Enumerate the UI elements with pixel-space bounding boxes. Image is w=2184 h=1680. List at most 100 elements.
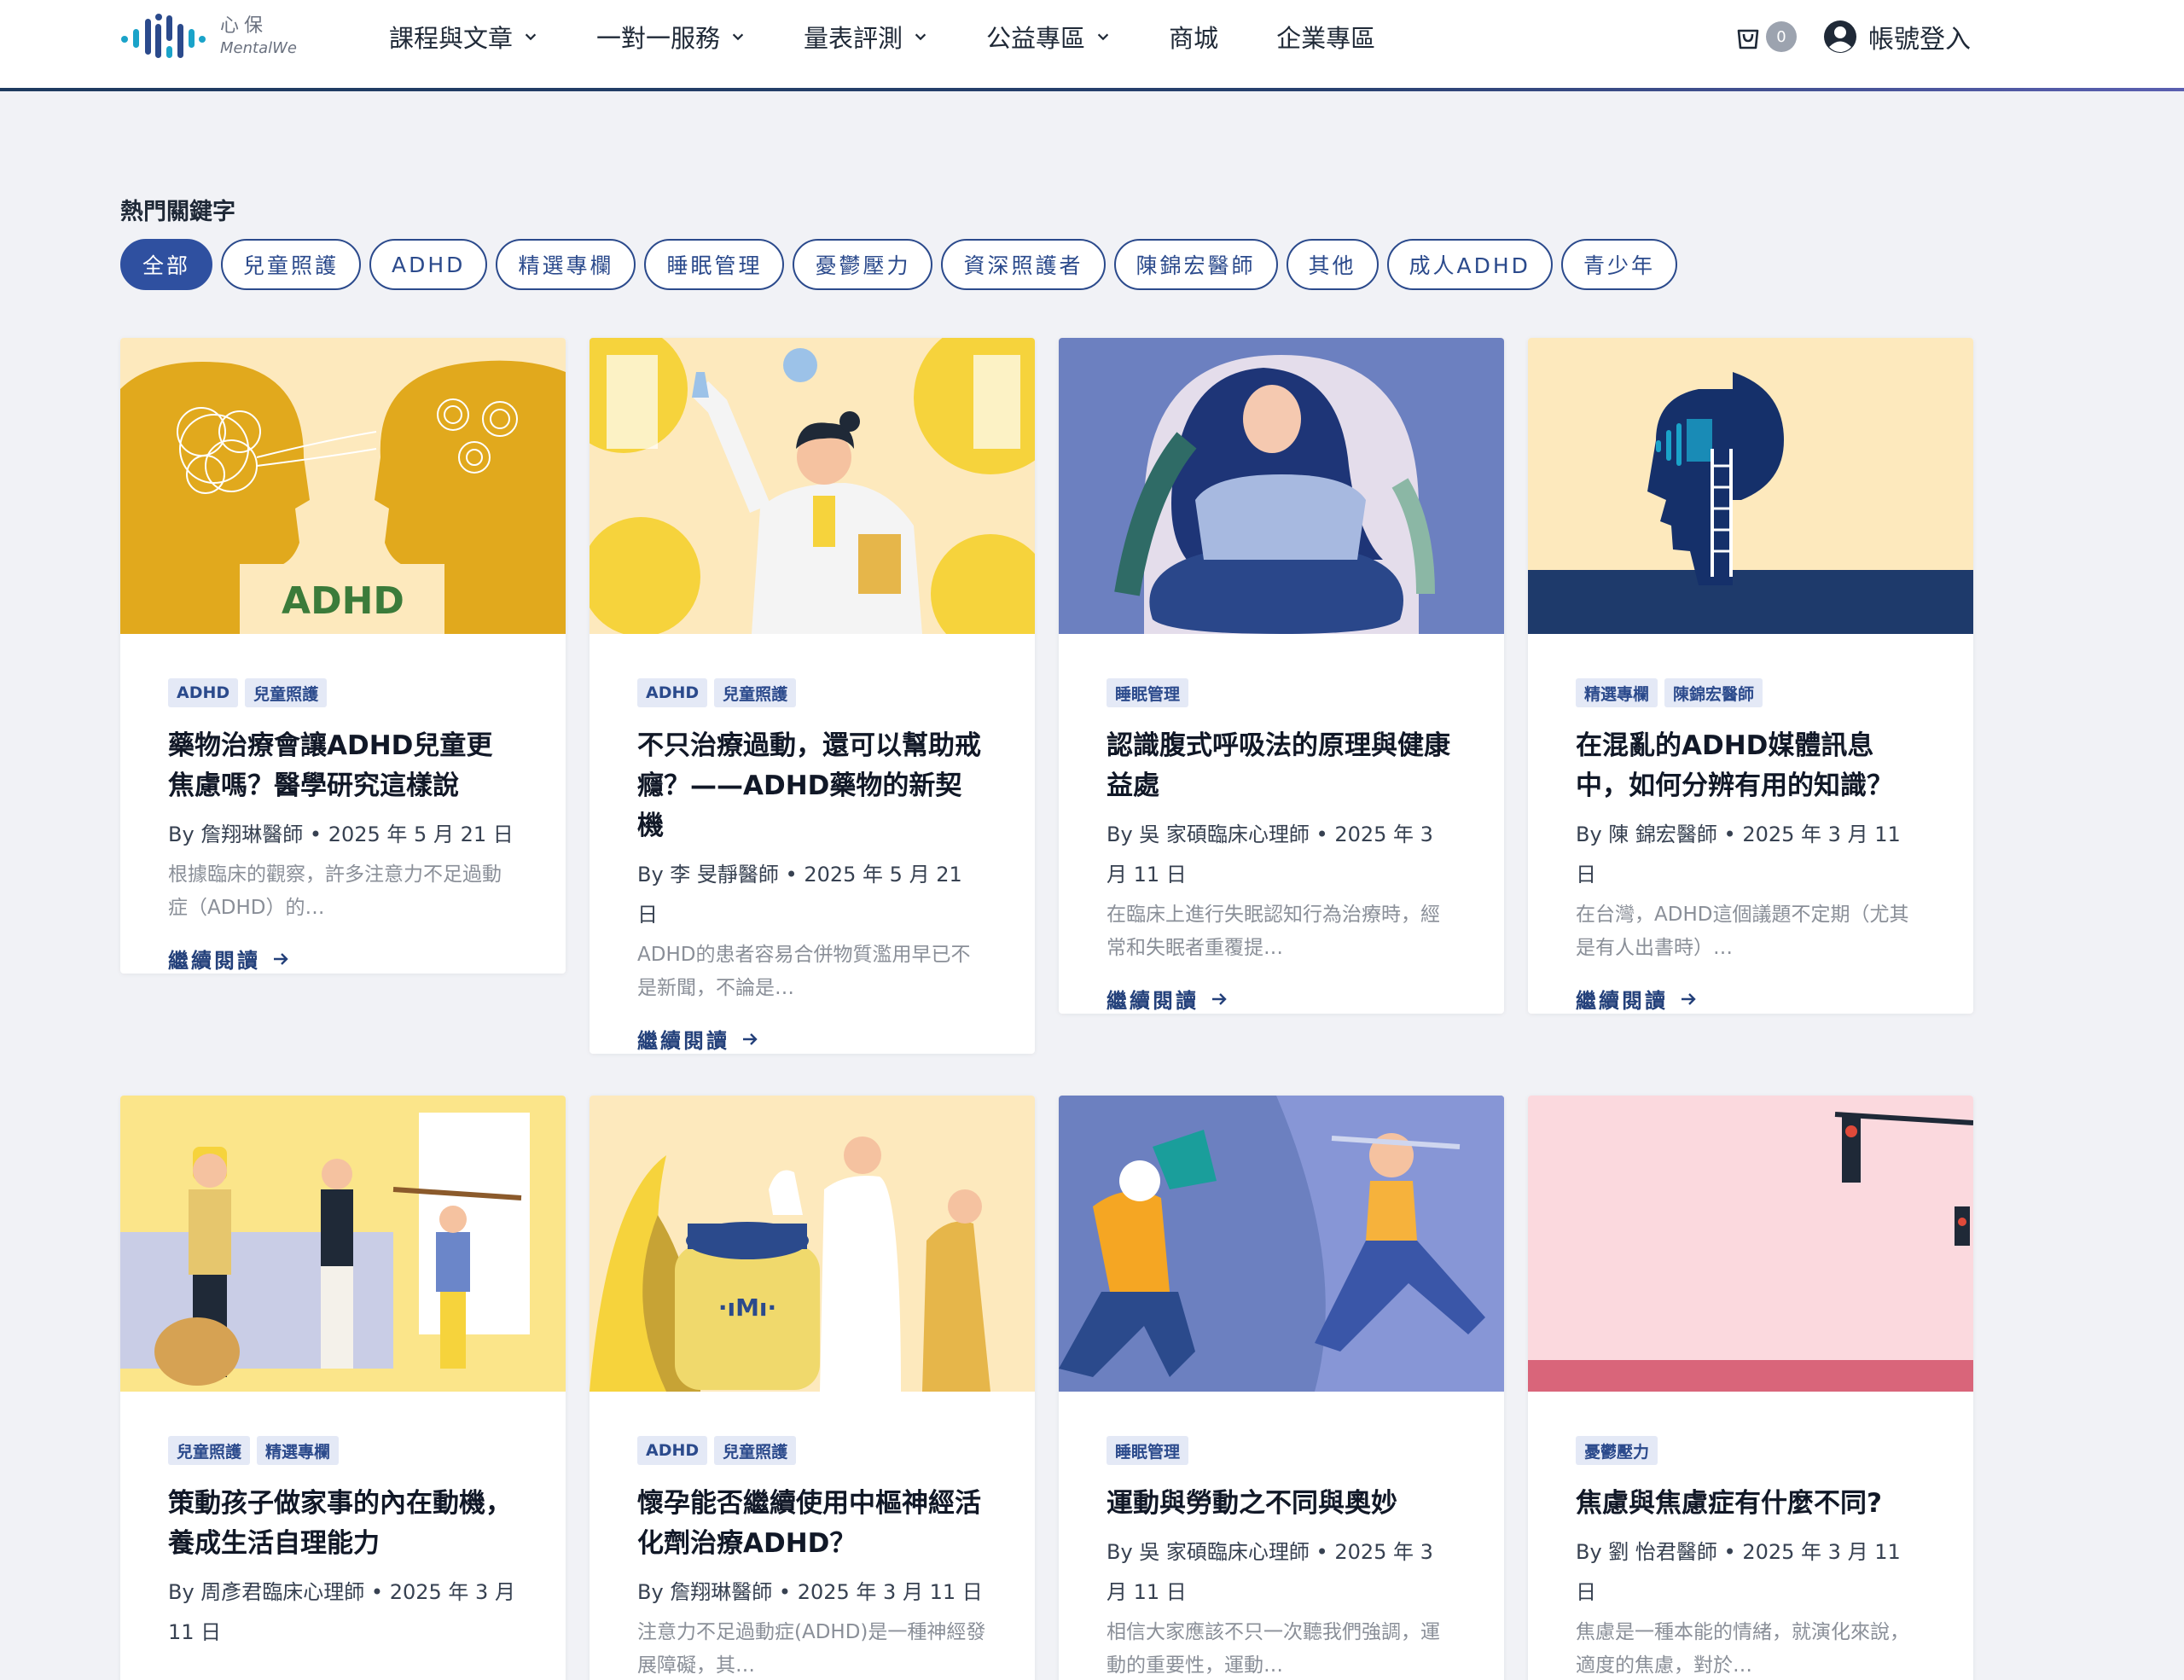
nav-enterprise[interactable]: 企業專區 bbox=[1276, 19, 1375, 55]
article-card[interactable]: ADHD 兒童照護 不只治療過動，還可以幫助戒癮？——ADHD藥物的新契機 By… bbox=[590, 338, 1035, 1054]
article-tags: 憂鬱壓力 bbox=[1576, 1436, 1926, 1465]
chevron-down-icon bbox=[525, 33, 537, 41]
article-tag[interactable]: 精選專欄 bbox=[1576, 678, 1658, 707]
article-tags: 睡眠管理 bbox=[1107, 678, 1456, 707]
article-tag[interactable]: 兒童照護 bbox=[714, 678, 797, 707]
shopping-bag-icon bbox=[1737, 29, 1759, 49]
article-image-head-ladder[interactable] bbox=[1528, 338, 1973, 634]
article-tag[interactable]: 陳錦宏醫師 bbox=[1664, 678, 1763, 707]
article-meta: By 劉 怡君醫師 • 2025 年 3 月 11 日 bbox=[1576, 1540, 1901, 1604]
article-meta: By 吳 家碩臨床心理師 • 2025 年 3 月 11 日 bbox=[1107, 1540, 1433, 1604]
article-title[interactable]: 懷孕能否繼續使用中樞神經活化劑治療ADHD？ bbox=[637, 1484, 987, 1564]
article-card[interactable]: 睡眠管理 運動與勞動之不同與奧妙 By 吳 家碩臨床心理師 • 2025 年 3… bbox=[1059, 1096, 1504, 1680]
article-tag[interactable]: 精選專欄 bbox=[257, 1436, 340, 1465]
article-image-traffic-light[interactable] bbox=[1528, 1096, 1973, 1392]
article-meta: By 詹翔琳醫師 • 2025 年 3 月 11 日 bbox=[637, 1580, 983, 1604]
article-tag[interactable]: 憂鬱壓力 bbox=[1576, 1436, 1658, 1465]
article-card[interactable]: 兒童照護 精選專欄 策動孩子做家事的內在動機，養成生活自理能力 By 周彥君臨床… bbox=[120, 1096, 566, 1680]
chip-dr-chen[interactable]: 陳錦宏醫師 bbox=[1113, 239, 1278, 290]
user-avatar-icon bbox=[1824, 20, 1856, 53]
login-button[interactable]: 帳號登入 bbox=[1822, 18, 1971, 55]
article-meta: By 詹翔琳醫師 • 2025 年 5 月 21 日 bbox=[168, 823, 514, 846]
article-title[interactable]: 藥物治療會讓ADHD兒童更焦慮嗎？醫學研究這樣說 bbox=[168, 726, 518, 806]
nav-label: 公益專區 bbox=[986, 24, 1086, 53]
article-title[interactable]: 策動孩子做家事的內在動機，養成生活自理能力 bbox=[168, 1484, 518, 1564]
article-title[interactable]: 認識腹式呼吸法的原理與健康益處 bbox=[1107, 726, 1456, 806]
article-image-family-chores[interactable] bbox=[120, 1096, 566, 1392]
logo-english-name: MentalWe bbox=[220, 39, 297, 57]
chip-child-care[interactable]: 兒童照護 bbox=[221, 239, 362, 290]
site-header: 心保 MentalWe 課程與文章 一對一服務 量表評測 公益專區 商城 企業專… bbox=[0, 0, 2184, 90]
chip-senior-caregiver[interactable]: 資深照護者 bbox=[941, 239, 1106, 290]
cart-count-badge: 0 bbox=[1766, 21, 1797, 52]
nav-courses-articles[interactable]: 課程與文章 bbox=[389, 19, 538, 55]
article-excerpt: 在台灣，ADHD這個議題不定期（尤其是有人出書時）… bbox=[1576, 904, 1909, 959]
article-tag[interactable]: ADHD bbox=[637, 678, 708, 707]
chip-teen[interactable]: 青少年 bbox=[1560, 239, 1677, 290]
article-image-exercise[interactable] bbox=[1059, 1096, 1504, 1392]
article-tags: 兒童照護 精選專欄 bbox=[168, 1436, 518, 1465]
article-title[interactable]: 在混亂的ADHD媒體訊息中，如何分辨有用的知識？ bbox=[1576, 726, 1926, 806]
read-more-label: 繼續閱讀 bbox=[1107, 989, 1199, 1013]
article-tag[interactable]: ADHD bbox=[637, 1436, 708, 1465]
article-tags: ADHD 兒童照護 bbox=[637, 1436, 987, 1465]
article-excerpt: 焦慮是一種本能的情緒，就演化來說，適度的焦慮，對於… bbox=[1576, 1621, 1909, 1677]
article-tag[interactable]: ADHD bbox=[168, 678, 239, 707]
article-card[interactable]: 憂鬱壓力 焦慮與焦慮症有什麼不同? By 劉 怡君醫師 • 2025 年 3 月… bbox=[1528, 1096, 1973, 1680]
article-tag[interactable]: 兒童照護 bbox=[245, 678, 328, 707]
nav-one-on-one[interactable]: 一對一服務 bbox=[596, 19, 746, 55]
article-title[interactable]: 不只治療過動，還可以幫助戒癮？——ADHD藥物的新契機 bbox=[637, 726, 987, 846]
nav-shop[interactable]: 商城 bbox=[1169, 19, 1218, 55]
article-tag[interactable]: 兒童照護 bbox=[714, 1436, 797, 1465]
chip-all[interactable]: 全部 bbox=[120, 239, 213, 290]
header-actions: 0 帳號登入 bbox=[1734, 15, 1971, 58]
nav-charity[interactable]: 公益專區 bbox=[986, 19, 1111, 55]
article-card[interactable]: 睡眠管理 認識腹式呼吸法的原理與健康益處 By 吳 家碩臨床心理師 • 2025… bbox=[1059, 338, 1504, 1014]
chevron-down-icon bbox=[1097, 33, 1109, 41]
site-logo[interactable]: 心保 MentalWe bbox=[119, 9, 297, 65]
read-more-link[interactable]: 繼續閱讀 bbox=[637, 1024, 987, 1054]
article-tag[interactable]: 睡眠管理 bbox=[1107, 1436, 1189, 1465]
article-meta: By 陳 錦宏醫師 • 2025 年 3 月 11 日 bbox=[1576, 823, 1901, 887]
article-image-scientist[interactable] bbox=[590, 338, 1035, 634]
chip-featured[interactable]: 精選專欄 bbox=[496, 239, 636, 290]
article-card[interactable]: 精選專欄 陳錦宏醫師 在混亂的ADHD媒體訊息中，如何分辨有用的知識？ By 陳… bbox=[1528, 338, 1973, 1014]
read-more-label: 繼續閱讀 bbox=[1576, 989, 1668, 1013]
article-excerpt: 在臨床上進行失眠認知行為治療時，經常和失眠者重覆提… bbox=[1107, 904, 1440, 959]
main-nav: 課程與文章 一對一服務 量表評測 公益專區 商城 企業專區 bbox=[389, 15, 1433, 58]
article-image-pregnancy[interactable]: ·ıMı· bbox=[590, 1096, 1035, 1392]
article-title[interactable]: 焦慮與焦慮症有什麼不同? bbox=[1576, 1484, 1926, 1524]
mentalwe-logo-icon bbox=[121, 14, 206, 58]
nav-label: 量表評測 bbox=[804, 24, 903, 53]
article-tags: 睡眠管理 bbox=[1107, 1436, 1456, 1465]
nav-assessments[interactable]: 量表評測 bbox=[804, 19, 928, 55]
keyword-chips: 全部 兒童照護 ADHD 精選專欄 睡眠管理 憂鬱壓力 資深照護者 陳錦宏醫師 … bbox=[120, 239, 1686, 290]
arrow-right-icon bbox=[743, 1032, 758, 1045]
cart-button[interactable]: 0 bbox=[1734, 21, 1797, 52]
chip-adult-adhd[interactable]: 成人ADHD bbox=[1386, 239, 1553, 290]
read-more-link[interactable]: 繼續閱讀 bbox=[1576, 984, 1926, 1014]
chip-adhd[interactable]: ADHD bbox=[369, 239, 488, 290]
article-title[interactable]: 運動與勞動之不同與奧妙 bbox=[1107, 1484, 1456, 1524]
article-tags: ADHD 兒童照護 bbox=[637, 678, 987, 707]
hot-keywords-title: 熱門關鍵字 bbox=[120, 199, 235, 225]
chevron-down-icon bbox=[732, 33, 744, 41]
read-more-link[interactable]: 繼續閱讀 bbox=[168, 944, 518, 974]
chip-sleep[interactable]: 睡眠管理 bbox=[644, 239, 785, 290]
article-meta: By 李 旻靜醫師 • 2025 年 5 月 21 日 bbox=[637, 863, 962, 927]
read-more-link[interactable]: 繼續閱讀 bbox=[1107, 984, 1456, 1014]
article-image-breathing[interactable] bbox=[1059, 338, 1504, 634]
nav-label: 企業專區 bbox=[1276, 24, 1376, 53]
article-tag[interactable]: 睡眠管理 bbox=[1107, 678, 1189, 707]
nav-label: 課程與文章 bbox=[389, 24, 514, 53]
chevron-down-icon bbox=[915, 33, 926, 41]
article-image-adhd-heads[interactable]: ADHD bbox=[120, 338, 566, 634]
chip-depression-stress[interactable]: 憂鬱壓力 bbox=[793, 239, 933, 290]
arrow-right-icon bbox=[1682, 992, 1696, 1005]
article-tag[interactable]: 兒童照護 bbox=[168, 1436, 251, 1465]
svg-text:·ıMı·: ·ıMı· bbox=[718, 1293, 776, 1322]
article-card[interactable]: ADHD ADHD 兒童照護 藥物治療會讓ADHD兒童更焦慮嗎？醫學研究這樣說 … bbox=[120, 338, 566, 974]
article-card[interactable]: ·ıMı· ADHD 兒童照護 懷孕能否繼續使用中樞神經活化劑治療ADHD？ B… bbox=[590, 1096, 1035, 1680]
article-tags: ADHD 兒童照護 bbox=[168, 678, 518, 707]
chip-other[interactable]: 其他 bbox=[1286, 239, 1379, 290]
